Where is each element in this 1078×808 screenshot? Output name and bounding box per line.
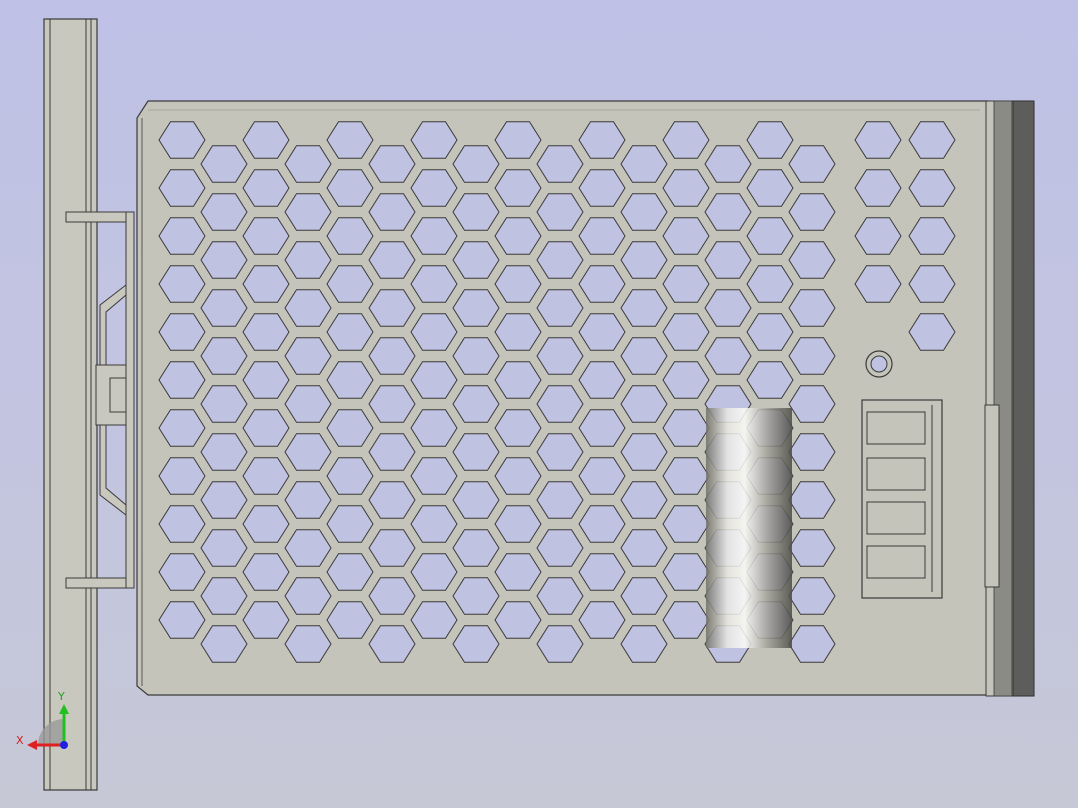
y-axis-label: Y xyxy=(57,690,65,703)
connector-block[interactable] xyxy=(861,399,943,599)
front-handle-bar[interactable] xyxy=(43,18,98,791)
z-axis-dot xyxy=(60,741,68,749)
coordinate-triad[interactable]: Y X xyxy=(16,690,69,750)
cad-graphics-viewport[interactable]: Y X xyxy=(0,0,1078,808)
rear-panel xyxy=(984,100,1035,697)
internal-shaft xyxy=(706,408,792,648)
x-axis-label: X xyxy=(16,734,24,747)
screw-hole xyxy=(865,350,893,378)
